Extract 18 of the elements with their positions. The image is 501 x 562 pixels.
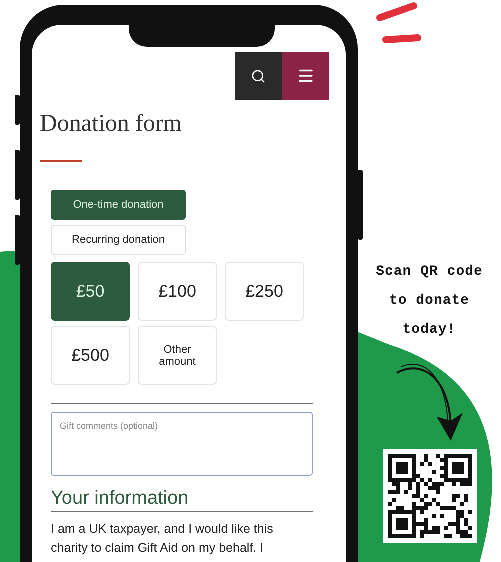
- amount-button[interactable]: £50: [51, 262, 130, 321]
- amount-button[interactable]: £100: [138, 262, 217, 321]
- section-heading: Your information: [51, 488, 313, 512]
- menu-icon: [296, 67, 314, 85]
- comments-field[interactable]: Gift comments (optional): [51, 412, 313, 476]
- qr-code-icon: [382, 449, 476, 543]
- donation-type-button[interactable]: Recurring donation: [51, 225, 186, 255]
- menu-button[interactable]: [282, 52, 329, 100]
- search-button[interactable]: [235, 52, 282, 100]
- search-icon: [251, 68, 266, 84]
- title-accent-bar: [40, 160, 82, 162]
- page-title: Donation form: [40, 110, 183, 138]
- donation-type-button[interactable]: One-time donation: [51, 190, 186, 220]
- amount-button[interactable]: Other amount: [138, 326, 217, 385]
- promo-text: Scan QR code to donate today!: [375, 263, 484, 340]
- amount-button[interactable]: £250: [225, 262, 304, 321]
- gift-aid-text: I am a UK taxpayer, and I would like this charity to claim Gift Aid on my behalf. I: [51, 521, 274, 557]
- amount-button[interactable]: £500: [51, 326, 130, 385]
